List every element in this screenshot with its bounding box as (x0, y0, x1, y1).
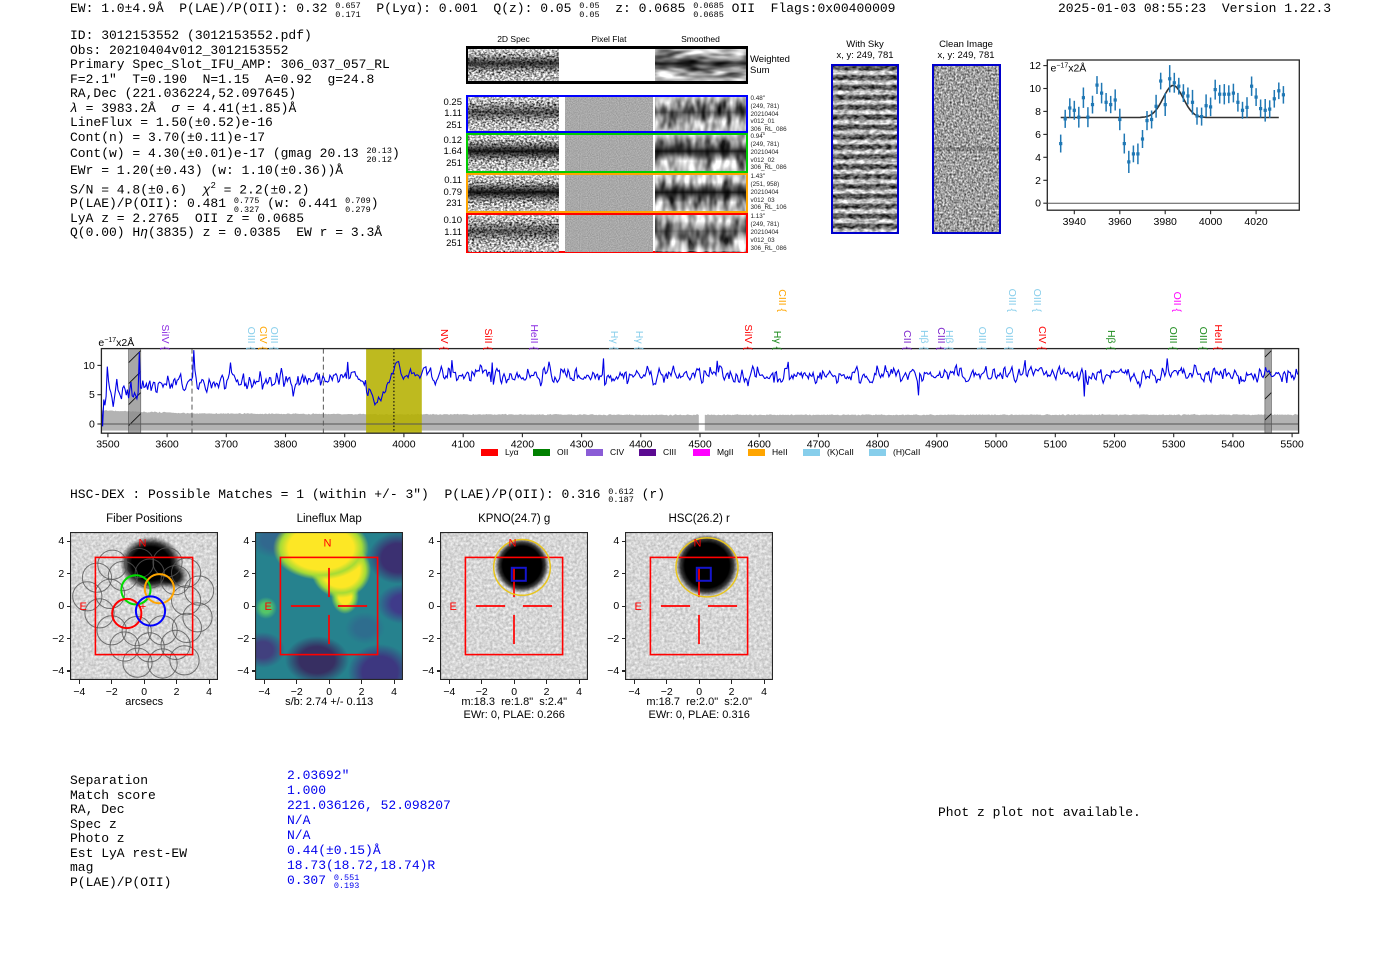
svg-text:e−17x2Å: e−17x2Å (1051, 62, 1087, 75)
svg-text:5400: 5400 (1221, 439, 1245, 451)
svg-text:4000: 4000 (1199, 216, 1223, 228)
svg-text:5300: 5300 (1162, 439, 1186, 451)
svg-text:10: 10 (83, 360, 95, 372)
svg-text:3980: 3980 (1154, 216, 1178, 228)
svg-text:4: 4 (1035, 152, 1041, 164)
svg-text:0: 0 (1035, 198, 1041, 210)
svg-text:3800: 3800 (274, 439, 298, 451)
svg-text:E: E (265, 601, 272, 613)
svg-text:12: 12 (1030, 60, 1041, 72)
svg-text:N: N (139, 538, 147, 550)
svg-text:N: N (324, 538, 332, 550)
svg-text:5000: 5000 (984, 439, 1008, 451)
svg-text:e−17x2Å: e−17x2Å (98, 336, 134, 349)
svg-text:0: 0 (89, 419, 95, 431)
svg-text:E: E (450, 601, 457, 613)
svg-text:3500: 3500 (96, 439, 120, 451)
svg-text:4900: 4900 (925, 439, 949, 451)
svg-text:4000: 4000 (392, 439, 416, 451)
svg-text:5200: 5200 (1103, 439, 1127, 451)
svg-text:3600: 3600 (155, 439, 179, 451)
svg-text:4020: 4020 (1244, 216, 1268, 228)
svg-text:2: 2 (1035, 175, 1041, 187)
svg-text:5: 5 (89, 389, 95, 401)
svg-text:3700: 3700 (215, 439, 239, 451)
svg-text:3900: 3900 (333, 439, 357, 451)
svg-text:5100: 5100 (1044, 439, 1068, 451)
svg-text:8: 8 (1035, 106, 1041, 118)
svg-text:E: E (635, 601, 642, 613)
svg-text:5500: 5500 (1280, 439, 1304, 451)
svg-text:N: N (509, 538, 517, 550)
svg-text:+: + (140, 601, 146, 613)
svg-text:4100: 4100 (452, 439, 476, 451)
svg-text:N: N (694, 538, 702, 550)
svg-text:E: E (80, 601, 87, 613)
svg-text:6: 6 (1035, 129, 1041, 141)
svg-text:10: 10 (1030, 83, 1041, 95)
svg-text:3960: 3960 (1108, 216, 1132, 228)
svg-text:3940: 3940 (1063, 216, 1087, 228)
